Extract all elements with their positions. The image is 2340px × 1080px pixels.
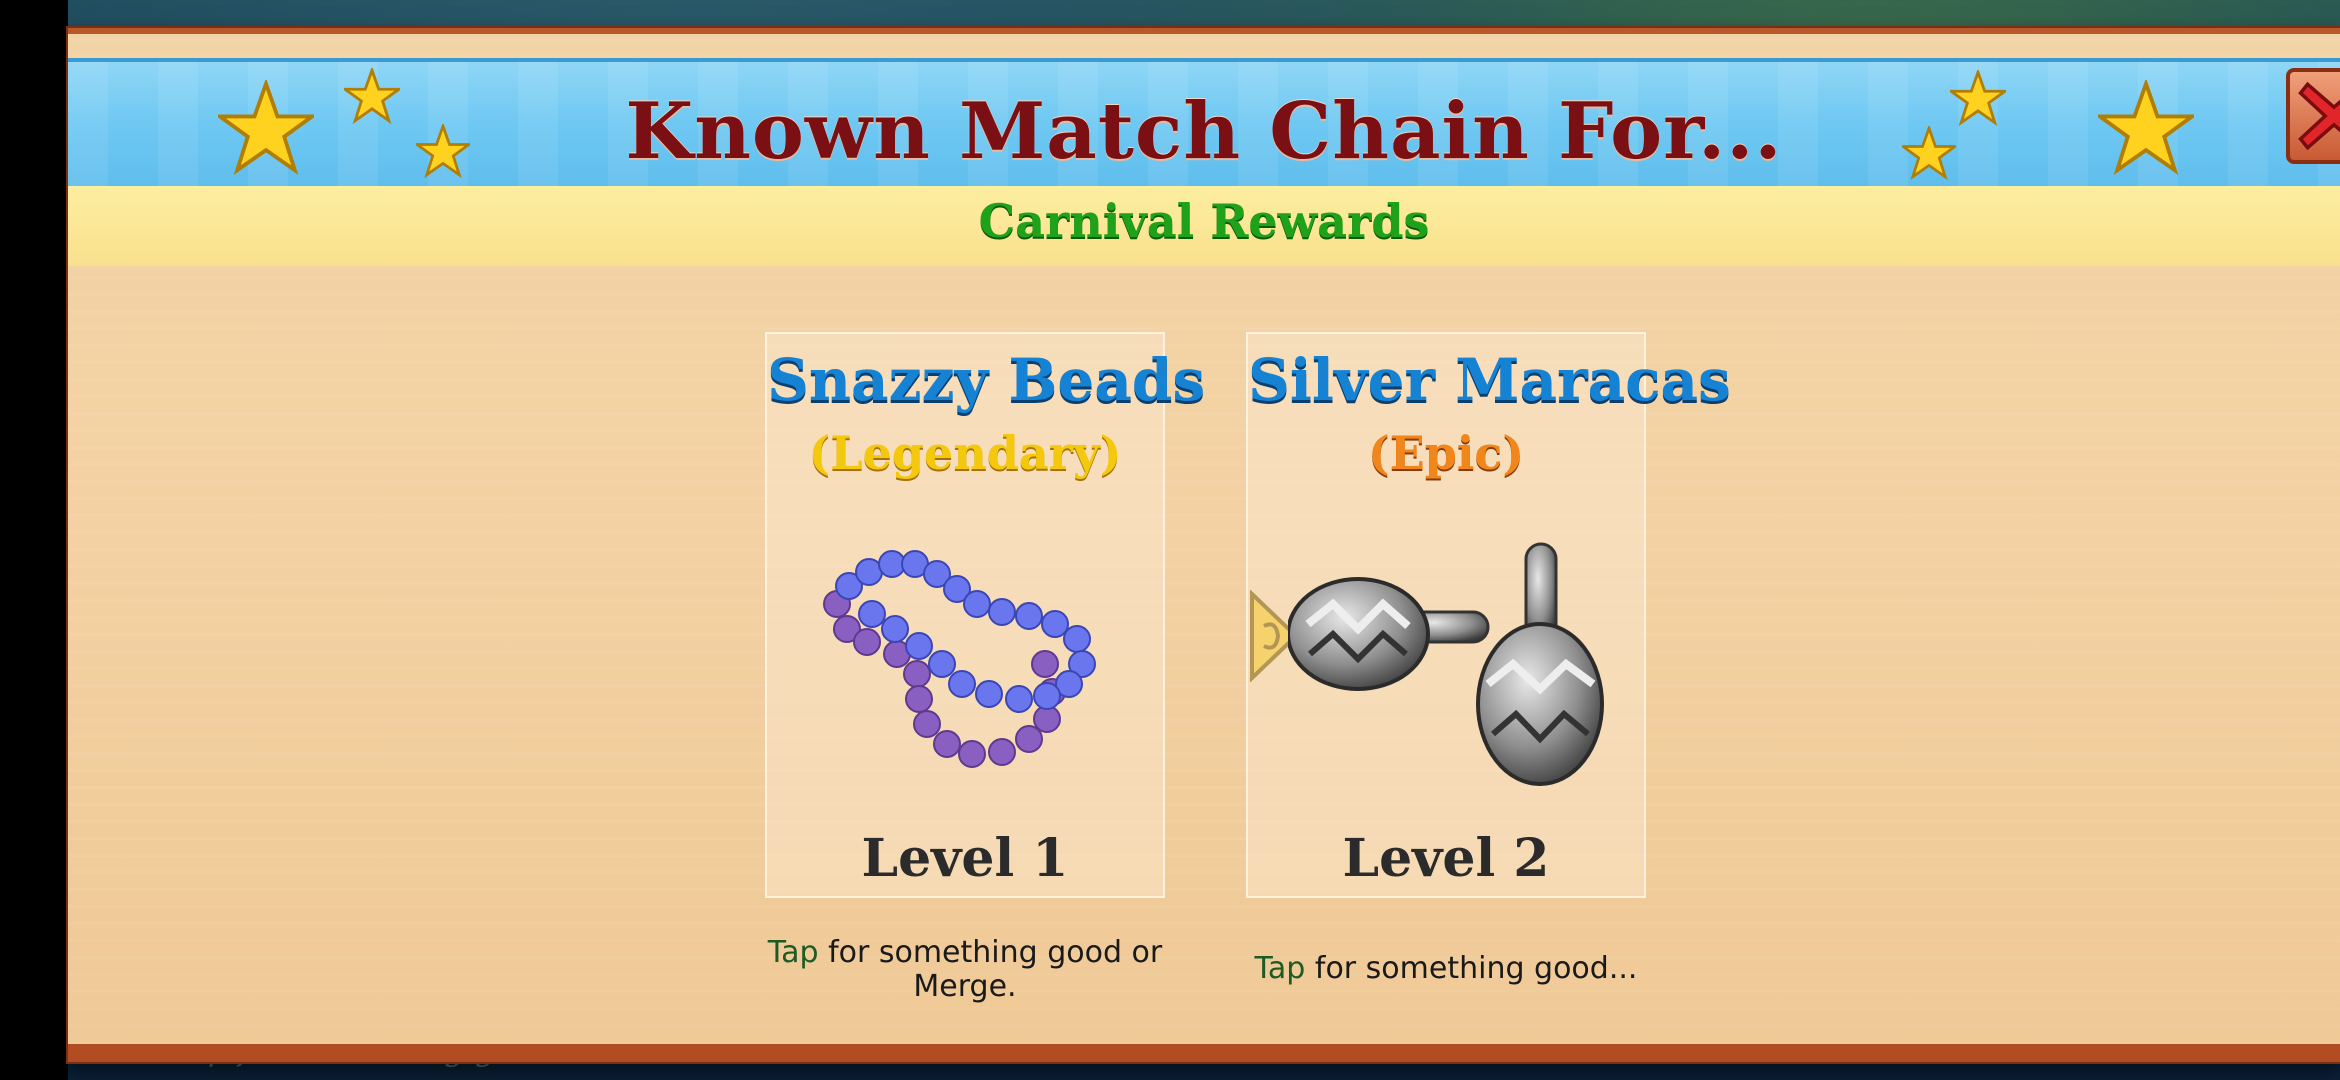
match-chain-dialog: Known Match Chain For... Carnival Reward… bbox=[68, 28, 2340, 1062]
maracas-icon bbox=[1288, 542, 1604, 786]
dialog-title: Known Match Chain For... bbox=[625, 86, 1783, 177]
close-icon bbox=[2298, 81, 2340, 151]
dialog-subtitle: Carnival Rewards bbox=[978, 194, 1430, 248]
item-rarity: (Legendary) bbox=[808, 426, 1122, 480]
description-text: for something good... bbox=[1305, 951, 1638, 986]
description-text: for something good or Merge. bbox=[818, 935, 1163, 1004]
tap-word: Tap bbox=[1254, 951, 1306, 986]
item-name: Snazzy Beads bbox=[767, 346, 1206, 414]
item-description: Tap for something good... bbox=[1236, 952, 1656, 986]
beads-necklace-icon bbox=[823, 550, 1096, 768]
item-card-snazzy-beads[interactable]: Snazzy Beads (Legendary) Level 1 bbox=[765, 332, 1206, 898]
item-card-silver-maracas[interactable]: Silver Maracas (Epic) Level 2 bbox=[1246, 332, 1731, 898]
tap-word: Tap bbox=[767, 935, 819, 970]
item-description: Tap for something good or Merge. bbox=[755, 936, 1175, 1004]
item-level: Level 1 bbox=[861, 828, 1069, 889]
close-button[interactable] bbox=[2286, 68, 2340, 164]
item-level: Level 2 bbox=[1342, 828, 1550, 889]
item-rarity: (Epic) bbox=[1367, 426, 1525, 480]
screen-edge bbox=[0, 0, 68, 1080]
item-name: Silver Maracas bbox=[1248, 346, 1731, 414]
